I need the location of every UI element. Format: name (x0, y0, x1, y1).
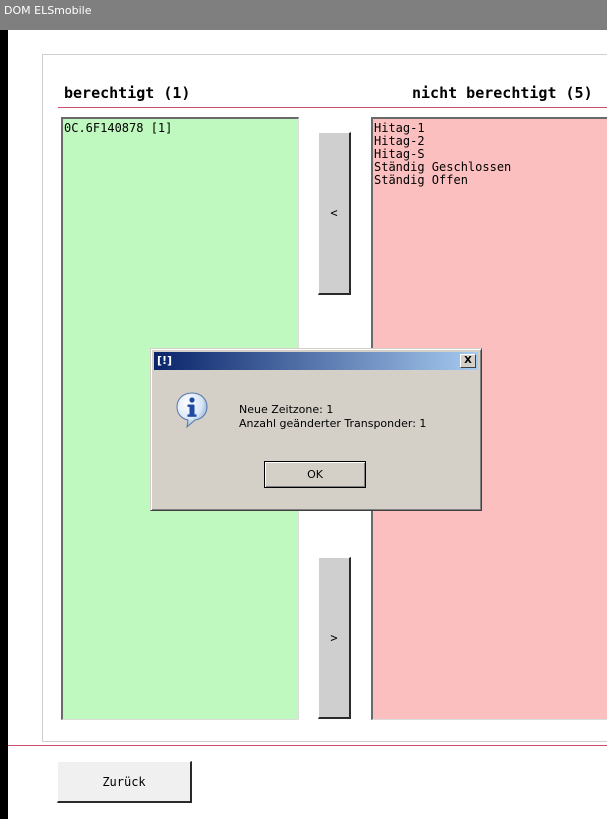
dialog-title-bar: [!] X (154, 352, 478, 370)
move-left-button[interactable]: < (318, 132, 351, 295)
dialog-message-line2: Anzahl geänderter Transponder: 1 (239, 417, 427, 430)
ok-button[interactable]: OK (264, 461, 366, 488)
left-border (0, 30, 8, 819)
footer-divider (8, 745, 607, 746)
close-icon[interactable]: X (460, 354, 476, 368)
window-title: DOM ELSmobile (4, 4, 92, 17)
app-window: DOM ELSmobile berechtigt (1) nicht berec… (0, 0, 607, 819)
message-dialog: [!] X Neue Zeitzone: 1 Anzahl geänderter… (150, 348, 482, 511)
back-button[interactable]: Zurück (57, 761, 192, 803)
list-item[interactable]: 0C.6F140878 [1] (64, 122, 298, 135)
title-bar: DOM ELSmobile (0, 0, 607, 30)
move-right-button[interactable]: > (318, 557, 351, 719)
dialog-message-line1: Neue Zeitzone: 1 (239, 403, 334, 416)
heading-divider (58, 107, 607, 108)
info-icon (176, 392, 208, 429)
dialog-message: Neue Zeitzone: 1 Anzahl geänderter Trans… (239, 403, 426, 431)
dialog-title: [!] (157, 354, 173, 367)
list-item[interactable]: Ständig Offen (374, 174, 607, 187)
allowed-heading: berechtigt (1) (64, 84, 191, 102)
not-allowed-heading: nicht berechtigt (5) (412, 84, 593, 102)
